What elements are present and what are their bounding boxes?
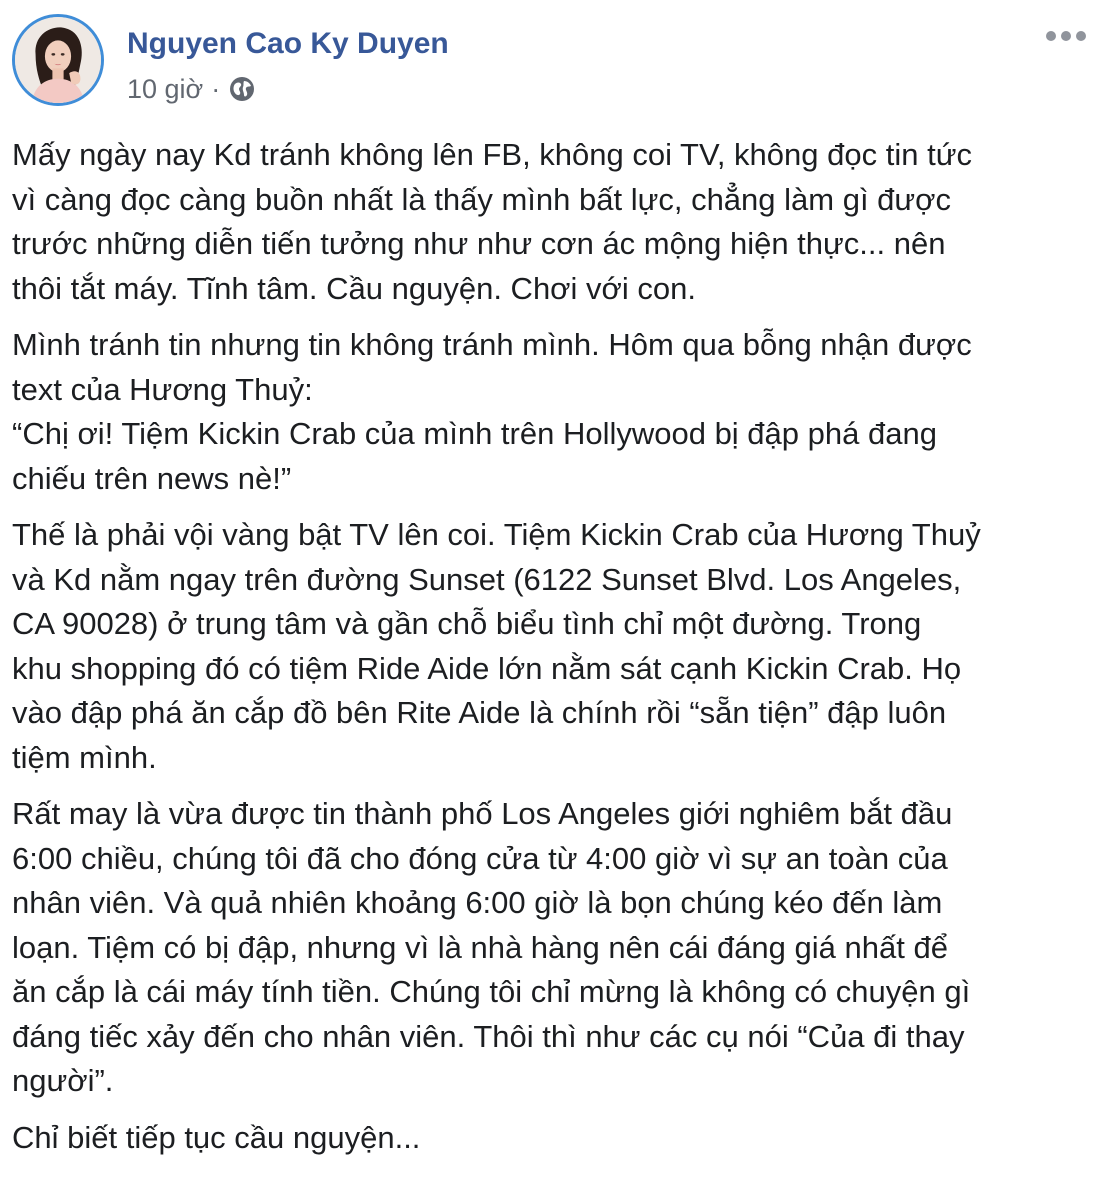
facebook-post: Nguyen Cao Ky Duyen 10 giờ · Mấy ngày na… [0,0,1098,1183]
post-timestamp[interactable]: 10 giờ [127,73,203,105]
post-paragraph-1: Mấy ngày nay Kd tránh không lên FB, khôn… [12,137,972,306]
post-paragraph-4: Rất may là vừa được tin thành phố Los An… [12,796,971,1098]
avatar-photo [15,17,101,103]
post-paragraph-5: Chỉ biết tiếp tục cầu nguyện... [12,1119,421,1155]
meta-separator: · [211,74,221,104]
post-paragraph-2: Mình tránh tin nhưng tin không tránh mìn… [12,327,972,496]
post-header: Nguyen Cao Ky Duyen 10 giờ · [12,14,1088,114]
post-body: Mấy ngày nay Kd tránh không lên FB, khôn… [12,133,1082,1172]
post-meta: 10 giờ · [127,73,255,105]
author-name[interactable]: Nguyen Cao Ky Duyen [127,26,449,62]
post-paragraph-3: Thế là phải vội vàng bật TV lên coi. Tiệ… [12,517,981,775]
globe-icon[interactable] [229,76,255,102]
avatar[interactable] [12,14,104,106]
more-options-icon[interactable] [1044,24,1088,48]
